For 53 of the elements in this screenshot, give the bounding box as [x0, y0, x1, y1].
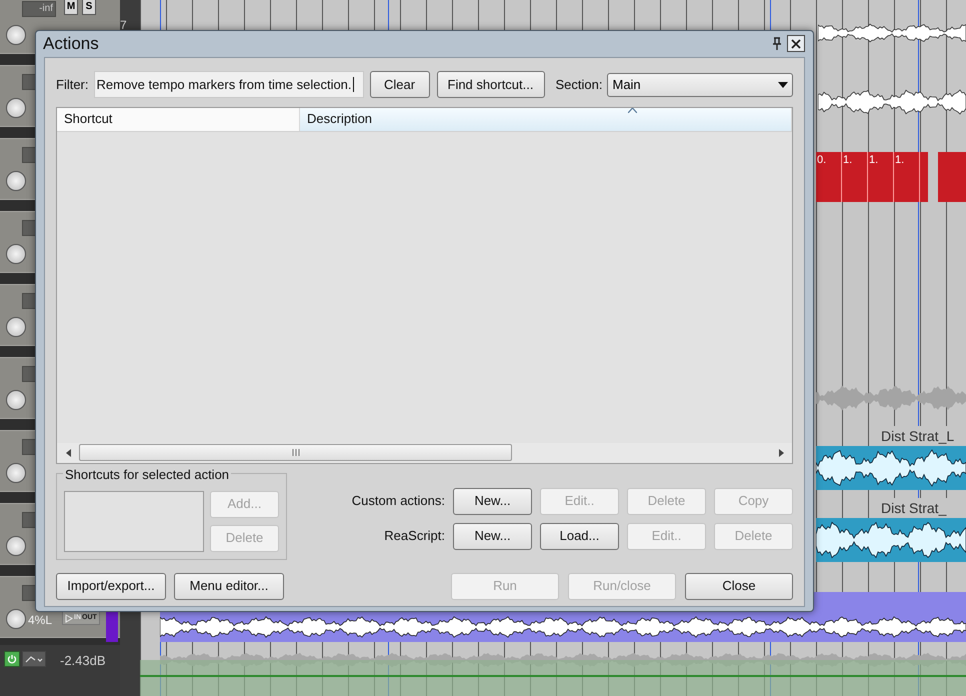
item-label: 1. — [842, 152, 868, 202]
play-icon — [65, 614, 73, 622]
dropdown-caret-icon — [778, 82, 788, 88]
knob[interactable] — [6, 390, 26, 410]
reascript-button[interactable]: Load... — [540, 522, 619, 550]
item-label: 0. — [816, 152, 842, 202]
row-label: ReaScript: — [384, 527, 445, 546]
footer-button[interactable]: Close — [685, 572, 793, 600]
scrollbar-thumb[interactable] — [79, 444, 512, 461]
track-name: Dist Strat_ — [880, 498, 948, 519]
knob[interactable] — [6, 609, 26, 629]
knob[interactable] — [6, 317, 26, 337]
mute-button[interactable]: M — [64, 0, 78, 15]
text-cursor — [352, 77, 354, 92]
clear-button[interactable]: Clear — [370, 71, 430, 98]
column-header[interactable]: Shortcut — [57, 108, 300, 130]
reascript-button[interactable]: New... — [453, 522, 532, 550]
volume-readout: -2.43dB — [60, 652, 106, 670]
column-header[interactable]: Description — [300, 108, 792, 130]
power-button[interactable] — [4, 651, 20, 667]
knob[interactable] — [6, 25, 26, 45]
item-label: 1. — [894, 152, 920, 202]
section-dropdown[interactable]: Main — [607, 72, 793, 96]
custom-action-button[interactable]: New... — [453, 488, 532, 514]
horizontal-scrollbar[interactable] — [57, 442, 792, 462]
volume-display: -inf — [22, 1, 56, 17]
knob[interactable] — [6, 536, 26, 556]
envelope-icon — [25, 654, 43, 664]
knob[interactable] — [6, 98, 26, 118]
pan-value: 4%L — [28, 612, 52, 629]
close-icon — [791, 38, 801, 49]
midi-item — [938, 152, 966, 202]
track-name: Dist Strat_L — [880, 426, 956, 447]
find-shortcut-button[interactable]: Find shortcut... — [436, 71, 544, 98]
power-icon — [7, 654, 17, 664]
filter-label: Filter: — [56, 76, 88, 94]
pin-icon[interactable] — [771, 36, 783, 51]
filter-field[interactable]: Remove tempo markers from time selection. — [94, 71, 364, 98]
window-title: Actions — [43, 33, 99, 55]
solo-button[interactable]: S — [82, 0, 96, 15]
row-label: Custom actions: — [352, 492, 445, 510]
left-arrow-icon[interactable] — [66, 448, 70, 456]
close-button[interactable] — [787, 35, 805, 52]
knob[interactable] — [6, 463, 26, 483]
envelope-button[interactable] — [22, 651, 46, 667]
knob[interactable] — [6, 244, 26, 264]
section-label: Section: — [556, 76, 602, 94]
track-number: 7 — [120, 17, 127, 34]
right-arrow-icon[interactable] — [778, 448, 784, 456]
footer-button[interactable]: Import/export... — [56, 572, 166, 600]
knob[interactable] — [6, 171, 26, 191]
footer-button[interactable]: Menu editor... — [174, 572, 284, 600]
item-label: 1. — [868, 152, 894, 202]
